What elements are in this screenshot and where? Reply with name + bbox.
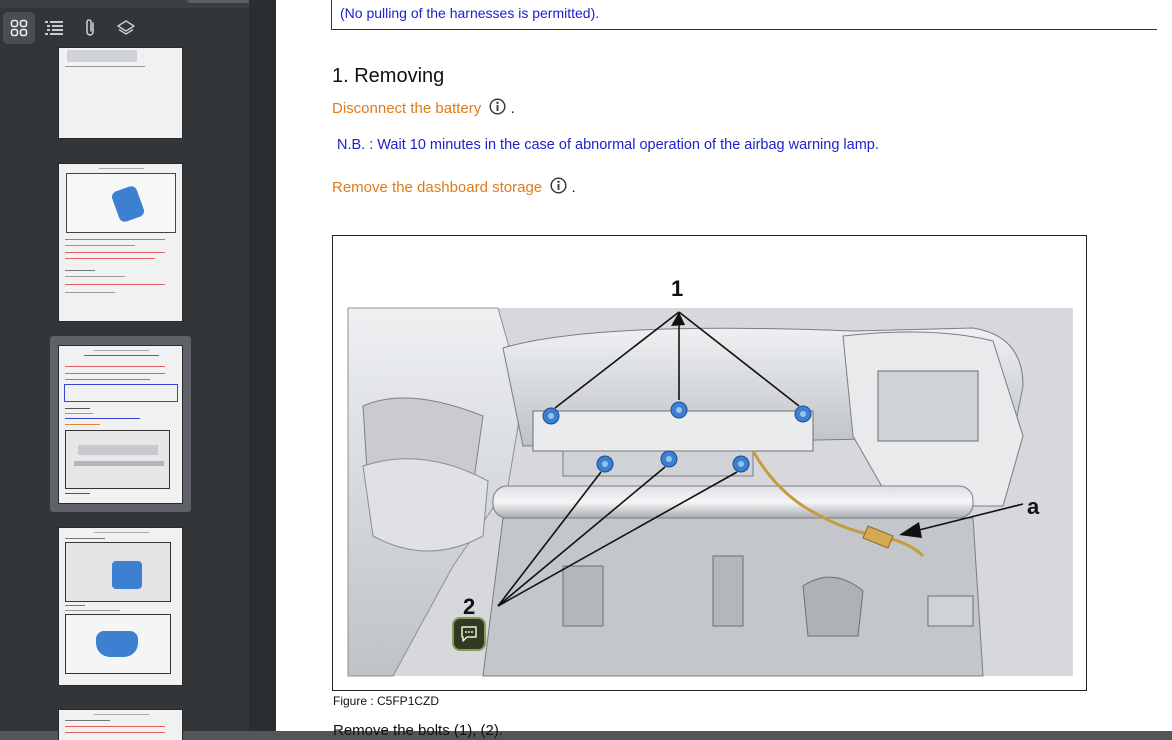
comment-icon [461,626,477,642]
lower-duct [802,576,864,637]
module-bar [532,410,814,452]
bolt-2-right [732,455,750,473]
thumbnail-text-line [65,373,165,374]
thumbnail-text-line [65,379,150,380]
thumbnail-note-box [64,384,178,402]
thumbnail-text-line [94,350,149,351]
thumbnail-figure [65,614,171,674]
thumbnail-text-line [65,284,165,285]
thumbnail-figure [65,542,171,602]
step-disconnect-battery: Disconnect the battery . [332,98,515,117]
figure-caption: Figure : C5FP1CZD [333,694,440,708]
thumbnail-text-line [65,276,125,277]
thumbnail-figure [65,430,170,489]
bolt-2-left [596,455,614,473]
top-bar-tab[interactable] [187,0,257,3]
thumbnail-text-line [65,418,140,419]
outline-icon [45,21,63,35]
sidebar-toolbar [0,8,249,48]
page-thumbnail-5[interactable] [59,710,182,740]
thumbnail-text-line [84,355,159,356]
info-icon[interactable] [489,98,506,115]
thumbnail-text-line [65,252,165,253]
info-icon[interactable] [550,177,567,194]
attachments-icon [86,19,94,36]
thumbnail-airbag-shape [112,561,142,589]
page-thumbnail-1[interactable] [59,48,182,138]
document-page: (No pulling of the harnesses is permitte… [276,0,1172,739]
thumbnail-text-line [65,605,85,606]
bolt-1-left [542,407,560,425]
harness-note: (No pulling of the harnesses is permitte… [340,5,600,21]
page-thumbnail-4[interactable] [59,528,182,685]
callout-1-label: 1 [671,276,683,301]
glovebox-frame [877,370,979,442]
lower-bracket [562,565,604,627]
step-period: . [571,179,576,196]
thumbnail-text-line [65,726,165,727]
bolt-2-center [660,450,678,468]
step-link[interactable]: Disconnect the battery [332,100,481,117]
step-period: . [510,100,515,117]
thumbnail-text-line [65,66,145,67]
lower-bracket [712,555,744,627]
page-thumbnail-2[interactable] [59,164,182,321]
thumbnail-text-line [65,610,120,611]
outline-button[interactable] [38,12,70,44]
layers-icon [117,20,135,35]
thumbnail-dash-shape [78,445,158,455]
dashboard-figure: 1 2 a [332,235,1087,691]
thumbnail-text-line [65,413,93,414]
callout-a-label: a [1027,494,1040,519]
thumbnail-text-line [65,538,105,539]
step-link[interactable]: Remove the dashboard storage [332,179,542,196]
armrest [362,458,489,552]
step-remove-storage: Remove the dashboard storage . [332,177,576,196]
thumbnail-image [67,50,137,62]
thumbnail-text-line [65,424,100,425]
callout-2-label: 2 [463,594,475,619]
thumbnail-dash-shape [74,461,164,466]
thumbnail-text-line [65,408,90,409]
dashboard-illustration: 1 2 a [347,276,1073,677]
thumbnail-text-line [94,532,149,533]
bolt-1-center [670,401,688,419]
thumbnail-text-line [65,720,110,721]
comment-button[interactable] [454,619,484,649]
nb-note: N.B. : Wait 10 minutes in the case of ab… [337,137,879,153]
cross-beam [492,485,974,519]
bolt-1-right [794,405,812,423]
thumbnail-text-line [65,245,135,246]
thumbnail-text-line [99,168,144,169]
attachments-button[interactable] [74,12,106,44]
harness-note-box: (No pulling of the harnesses is permitte… [331,0,1157,30]
thumbnail-text-line [65,732,165,733]
thumbnail-text-line [65,493,90,494]
thumbnails-icon [10,19,28,37]
thumbnail-figure [66,173,176,233]
thumbnail-text-line [65,239,165,240]
thumbnail-text-line [65,258,155,259]
thumbnail-text-line [65,366,165,367]
section-heading: 1. Removing [332,65,445,87]
connector-block [927,595,974,627]
thumbnails-button[interactable] [3,12,35,44]
sidebar-resizer[interactable] [249,0,276,731]
page-thumbnail-3[interactable] [59,346,182,503]
thumbnail-text-line [65,270,95,271]
thumbnail-text-line [65,292,115,293]
layers-button[interactable] [110,12,142,44]
thumbnail-airbag-shape [110,184,146,224]
thumbnail-airbag-shape [96,631,138,657]
thumbnail-text-line [94,714,149,715]
